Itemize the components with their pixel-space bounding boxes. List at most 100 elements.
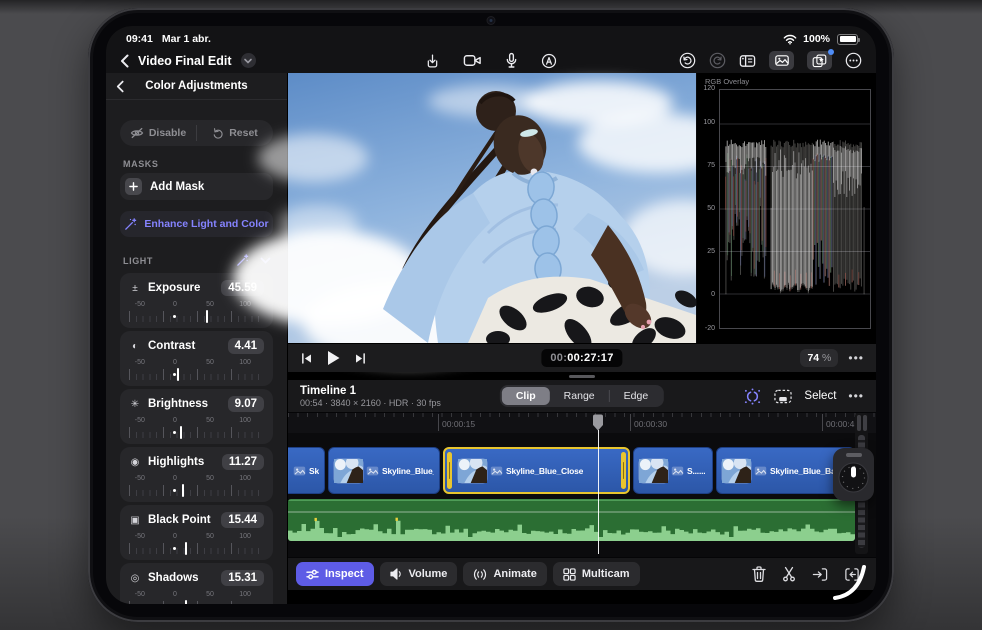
- snapping-icon[interactable]: [743, 387, 762, 405]
- slider-track[interactable]: [129, 310, 264, 323]
- image-icon: [490, 466, 503, 475]
- slider-tick-label: 0: [172, 591, 177, 598]
- slider-track[interactable]: [129, 484, 264, 497]
- mode-range[interactable]: Range: [550, 387, 609, 405]
- select-button[interactable]: Select: [804, 390, 836, 402]
- insert-clip-icon[interactable]: [812, 567, 828, 582]
- video-preview[interactable]: [233, 73, 743, 365]
- multicam-button[interactable]: Multicam: [552, 562, 640, 586]
- disable-button[interactable]: Disable: [120, 120, 196, 146]
- media-browser-button[interactable]: [769, 51, 794, 70]
- undo-icon[interactable]: [679, 52, 696, 69]
- mic-icon[interactable]: [505, 52, 518, 69]
- scope-tick-label: 120: [703, 85, 715, 92]
- slider-tick-label: 50: [206, 533, 214, 540]
- frame-view-icon[interactable]: [774, 389, 793, 404]
- redo-icon[interactable]: [709, 52, 726, 69]
- mode-clip[interactable]: Clip: [501, 387, 550, 405]
- timeline-ruler[interactable]: 00:00:15 00:00:30 00:00:45: [288, 413, 876, 433]
- resize-handle[interactable]: [288, 372, 876, 380]
- playhead-handle[interactable]: [592, 414, 604, 431]
- import-icon[interactable]: [425, 53, 440, 69]
- mode-edge[interactable]: Edge: [610, 387, 663, 405]
- slider-tick-label: 50: [206, 475, 214, 482]
- slider-highlights: ◉ Highlights 11.27 -50 0 50 100: [120, 447, 273, 502]
- timecode-display[interactable]: 00:00:27:17: [541, 349, 623, 367]
- slider-value[interactable]: 11.27: [221, 454, 264, 470]
- slider-track[interactable]: [129, 542, 264, 555]
- jog-wheel[interactable]: [833, 448, 874, 501]
- add-mask-label: Add Mask: [150, 180, 205, 193]
- exposure-icon: ±: [132, 282, 138, 294]
- slider-tick-label: 50: [206, 301, 214, 308]
- slider-value[interactable]: 15.31: [221, 570, 264, 586]
- viewer-more-icon[interactable]: •••: [848, 352, 864, 364]
- shadows-icon: ◎: [130, 572, 140, 584]
- play-icon[interactable]: [326, 350, 341, 366]
- back-chevron-icon[interactable]: [120, 54, 129, 68]
- clip-name: S......: [687, 465, 706, 476]
- slider-value[interactable]: 9.07: [227, 396, 264, 412]
- trim-handle-right[interactable]: [621, 452, 626, 489]
- effects-browser-button[interactable]: [807, 49, 834, 70]
- clip-thumbnail: [722, 459, 751, 483]
- image-icon: [671, 466, 684, 475]
- slider-thumb[interactable]: [180, 426, 183, 439]
- viewer-zoom-button[interactable]: 74 %: [800, 349, 839, 367]
- project-title[interactable]: Video Final Edit: [138, 54, 232, 68]
- timeline-more-icon[interactable]: •••: [848, 390, 864, 402]
- slider-value[interactable]: 15.44: [221, 512, 264, 528]
- date: Mar 1 abr.: [161, 33, 211, 45]
- enhance-button[interactable]: Enhance Light and Color: [120, 211, 273, 237]
- slider-label: Brightness: [148, 398, 209, 410]
- slider-track[interactable]: [129, 368, 264, 381]
- magic-wand-icon: [125, 217, 137, 230]
- skip-back-icon[interactable]: [300, 352, 313, 365]
- playhead[interactable]: [598, 430, 599, 554]
- ruler-timecode: 00:00:30: [630, 414, 667, 431]
- timeline-meta: 00:54 · 3840 × 2160 · HDR · 30 fps: [300, 397, 441, 408]
- trim-handle-left[interactable]: [447, 452, 452, 489]
- effects-icon: [812, 54, 827, 67]
- title-menu-button[interactable]: [240, 53, 256, 68]
- bottom-toolbar: Inspect Volume Animate Multicam: [288, 557, 876, 590]
- slider-track[interactable]: [129, 600, 264, 604]
- reset-button[interactable]: Reset: [197, 120, 273, 146]
- scope-tick-label: 100: [703, 119, 715, 127]
- slider-tick-label: 100: [239, 475, 251, 482]
- slider-thumb[interactable]: [184, 600, 187, 604]
- slider-thumb[interactable]: [205, 310, 208, 323]
- timeline-clip[interactable]: S......: [633, 447, 713, 494]
- contrast-icon: ◐: [131, 340, 139, 352]
- trash-icon[interactable]: [752, 566, 766, 582]
- slider-thumb[interactable]: [177, 368, 179, 381]
- volume-button[interactable]: Volume: [379, 562, 458, 586]
- edit-mode-segmented-control: Clip Range Edge: [499, 385, 665, 407]
- panel-back-icon[interactable]: [116, 80, 124, 93]
- black-point-icon: ▣: [130, 514, 140, 526]
- slider-value[interactable]: 4.41: [227, 338, 264, 354]
- annotate-icon[interactable]: [541, 53, 557, 69]
- audio-track[interactable]: [288, 499, 855, 541]
- camera-icon[interactable]: [463, 53, 482, 68]
- blade-icon[interactable]: [782, 566, 796, 582]
- skip-forward-icon[interactable]: [354, 352, 367, 365]
- inspect-button[interactable]: Inspect: [296, 562, 374, 586]
- timeline-clip[interactable]: Skyline_Blue_Close: [443, 447, 630, 494]
- scope-panel: RGB Overlay 120 100 75 50 25 0 -20: [696, 73, 876, 343]
- slider-origin-dot: [173, 373, 177, 376]
- slider-thumb[interactable]: [184, 542, 187, 555]
- more-icon[interactable]: [845, 52, 862, 69]
- slider-track[interactable]: [129, 426, 264, 439]
- slider-tick-label: -50: [134, 591, 145, 598]
- slider-tick-label: -50: [134, 417, 145, 424]
- slider-label: Contrast: [148, 340, 196, 352]
- timeline-clip[interactable]: Skyline_Blue_Wide: [328, 447, 440, 494]
- animate-button[interactable]: Animate: [463, 562, 547, 586]
- add-mask-button[interactable]: Add Mask: [120, 173, 273, 200]
- image-icon: [754, 466, 767, 475]
- slider-thumb[interactable]: [181, 484, 184, 497]
- timeline-clip[interactable]: Sk......: [288, 447, 325, 494]
- image-icon: [366, 466, 379, 475]
- layout-icon[interactable]: [739, 54, 756, 68]
